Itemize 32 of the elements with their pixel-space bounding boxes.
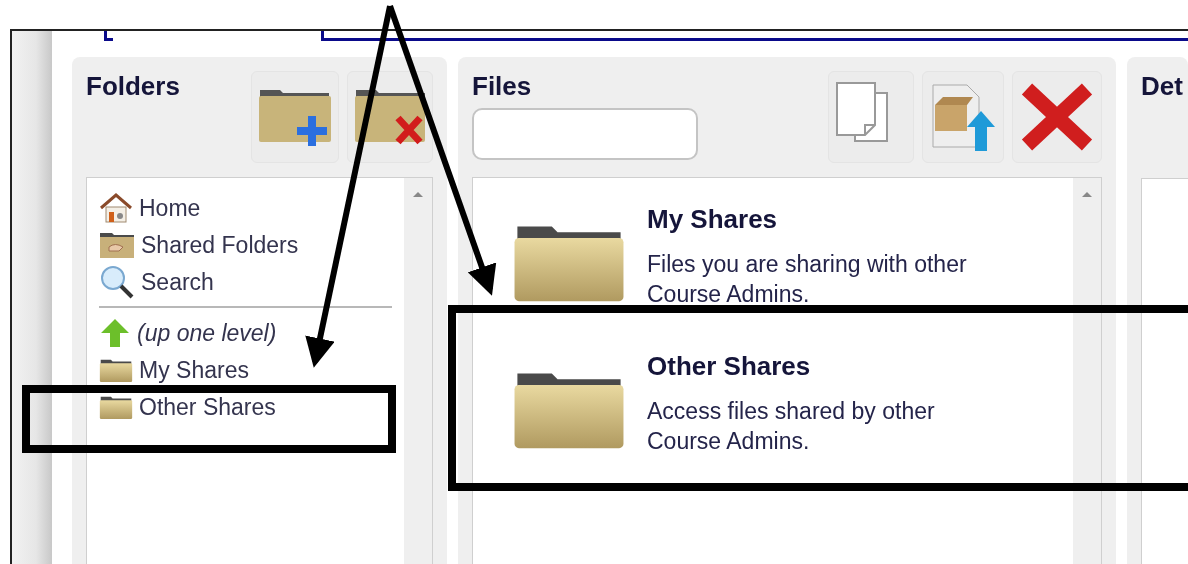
tab-outline[interactable] — [321, 31, 1188, 41]
folder-item[interactable]: My Shares — [99, 357, 392, 383]
folder-item[interactable]: Home — [99, 195, 392, 221]
folder-icon — [99, 394, 133, 420]
folder-item[interactable]: Search — [99, 269, 392, 295]
entry-description: Access files shared by other Course Admins. — [647, 397, 936, 456]
folder-item[interactable]: Shared Folders — [99, 232, 392, 258]
new-folder-button[interactable] — [251, 71, 339, 163]
entry-title: Other Shares — [647, 351, 812, 382]
folder-icon — [99, 357, 133, 383]
shared-folder-entry[interactable]: My Shares Files you are sharing with other Course Admins. — [511, 204, 1073, 309]
box-upload-icon — [929, 81, 997, 153]
close-icon — [1019, 81, 1095, 153]
search-field[interactable] — [472, 108, 698, 160]
shared-folder-icon — [99, 231, 135, 259]
delete-button[interactable] — [1012, 71, 1102, 163]
up-arrow-icon — [99, 318, 131, 348]
entry-title: My Shares — [647, 204, 779, 235]
scroll-up-icon[interactable] — [412, 190, 424, 198]
copy-button[interactable] — [828, 71, 914, 163]
folder-item[interactable]: (up one level) — [99, 320, 392, 346]
folder-item[interactable]: Other Shares — [99, 394, 392, 420]
tab-outline — [104, 31, 113, 41]
panel-title: Det — [1141, 71, 1184, 102]
house-icon — [99, 193, 133, 223]
scroll-up-icon[interactable] — [1081, 190, 1093, 198]
shared-folder-entry[interactable]: Other Shares Access files shared by other Course Admins. — [511, 351, 1073, 456]
panel-title: Files — [472, 71, 533, 102]
entry-description: Files you are sharing with other Course Admins. — [647, 250, 968, 309]
search-icon — [99, 265, 135, 299]
panel-title: Folders — [86, 71, 180, 103]
upload-button[interactable] — [922, 71, 1004, 163]
